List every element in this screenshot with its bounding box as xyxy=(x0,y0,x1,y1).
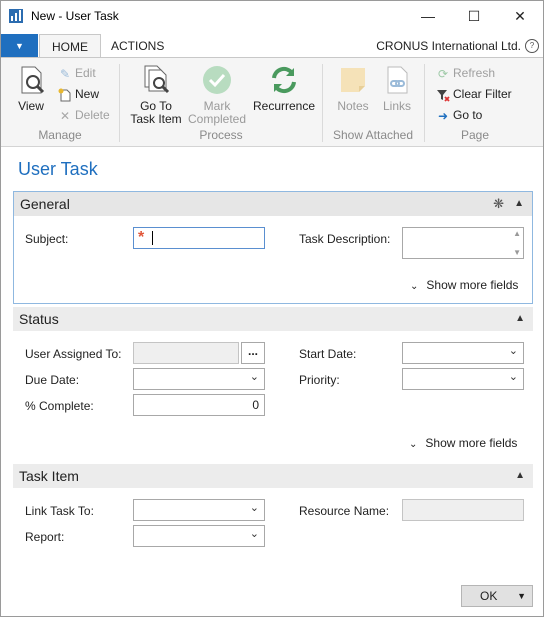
view-icon xyxy=(15,64,47,96)
chevron-down-icon[interactable]: ⌄ xyxy=(250,501,259,514)
go-to-task-item-button[interactable]: Go To Task Item xyxy=(128,64,184,126)
task-item-fasttab: Task Item ▲ Link Task To: ⌄ Resource Nam… xyxy=(13,464,533,564)
scroll-up-icon[interactable]: ▲ xyxy=(513,229,521,238)
ok-button[interactable]: OK ▼ xyxy=(461,585,533,607)
manage-group-label: Manage xyxy=(38,128,82,142)
task-description-textarea[interactable]: ▲ ▼ xyxy=(402,227,524,259)
refresh-button[interactable]: ⟳ Refresh xyxy=(436,64,495,82)
customize-cog-icon[interactable]: ❋ xyxy=(493,192,504,216)
link-task-to-label: Link Task To: xyxy=(25,504,94,518)
show-attached-group-label: Show Attached xyxy=(332,128,414,142)
notes-icon xyxy=(337,64,369,96)
chevron-down-icon: ⌄ xyxy=(409,439,418,450)
delete-x-icon: ✕ xyxy=(59,108,71,123)
report-label: Report: xyxy=(25,530,65,544)
page-title: User Task xyxy=(18,159,98,179)
recurrence-icon xyxy=(268,64,300,96)
user-assigned-to-input[interactable] xyxy=(133,342,239,364)
task-description-label: Task Description: xyxy=(299,232,391,246)
task-item-header[interactable]: Task Item ▲ xyxy=(13,464,533,488)
delete-button[interactable]: ✕ Delete xyxy=(58,106,110,124)
general-show-more-fields[interactable]: ⌄ Show more fields xyxy=(410,278,518,292)
clear-filter-button[interactable]: Clear Filter xyxy=(436,85,512,103)
chevron-up-icon[interactable]: ▲ xyxy=(515,307,525,331)
process-group: Go To Task Item Mark Completed Recurrenc… xyxy=(120,58,322,146)
minimize-button[interactable]: — xyxy=(405,1,451,32)
window-title: New - User Task xyxy=(31,9,119,23)
refresh-icon: ⟳ xyxy=(437,66,449,81)
status-show-more-fields[interactable]: ⌄ Show more fields xyxy=(409,436,517,450)
new-button[interactable]: New xyxy=(58,85,99,103)
go-to-button[interactable]: ➜ Go to xyxy=(436,106,482,124)
app-icon xyxy=(9,9,23,23)
chevron-up-icon[interactable]: ▲ xyxy=(514,192,524,216)
tab-home[interactable]: HOME xyxy=(39,34,101,58)
percent-complete-label: % Complete: xyxy=(25,399,94,413)
help-icon[interactable]: ? xyxy=(525,39,539,53)
triangle-down-icon: ▼ xyxy=(15,41,24,51)
user-task-window: New - User Task — ☐ ✕ ▼ HOME ACTIONS CRO… xyxy=(0,0,544,617)
pencil-icon: ✎ xyxy=(59,66,71,81)
start-date-label: Start Date: xyxy=(299,347,357,361)
links-button[interactable]: Links xyxy=(377,64,417,113)
page-group: ⟳ Refresh Clear Filter ➜ Go to Page xyxy=(425,58,525,146)
chevron-down-icon[interactable]: ⌄ xyxy=(509,370,518,383)
report-select[interactable]: ⌄ xyxy=(133,525,265,547)
priority-select[interactable]: ⌄ xyxy=(402,368,524,390)
start-date-field[interactable]: ⌄ xyxy=(402,342,524,364)
priority-label: Priority: xyxy=(299,373,340,387)
page-group-label: Page xyxy=(460,128,490,142)
maximize-button[interactable]: ☐ xyxy=(451,1,497,32)
go-to-task-item-icon xyxy=(140,64,172,96)
arrow-right-icon: ➜ xyxy=(437,108,449,123)
notes-button[interactable]: Notes xyxy=(331,64,375,113)
percent-complete-input[interactable]: 0 xyxy=(133,394,265,416)
subject-label: Subject: xyxy=(25,232,69,246)
show-attached-group: Notes Links Show Attached xyxy=(323,58,423,146)
app-menu-button[interactable]: ▼ xyxy=(1,34,38,58)
scroll-down-icon[interactable]: ▼ xyxy=(513,248,521,257)
chevron-down-icon: ⌄ xyxy=(410,281,419,292)
chevron-down-icon[interactable]: ⌄ xyxy=(250,527,259,540)
due-date-field[interactable]: ⌄ xyxy=(133,368,265,390)
new-document-icon xyxy=(58,88,72,102)
resource-name-label: Resource Name: xyxy=(299,504,390,518)
text-caret xyxy=(152,231,153,245)
general-header[interactable]: General ❋ ▲ xyxy=(14,192,532,216)
title-bar: New - User Task — ☐ ✕ xyxy=(1,1,543,32)
resource-name-input[interactable] xyxy=(402,499,524,521)
chevron-up-icon[interactable]: ▲ xyxy=(515,464,525,488)
mark-completed-button[interactable]: Mark Completed xyxy=(186,64,248,126)
recurrence-button[interactable]: Recurrence xyxy=(253,64,315,113)
status-fasttab: Status ▲ User Assigned To: ... Start Dat… xyxy=(13,307,533,457)
edit-button[interactable]: ✎ Edit xyxy=(58,64,96,82)
chevron-down-icon[interactable]: ⌄ xyxy=(509,344,518,357)
clear-filter-icon xyxy=(436,88,450,102)
manage-group: View ✎ Edit New ✕ Delete Manage xyxy=(1,58,119,146)
process-group-label: Process xyxy=(199,128,243,142)
chevron-down-icon[interactable]: ⌄ xyxy=(250,370,259,383)
subject-input[interactable]: * xyxy=(133,227,265,249)
user-assigned-to-lookup-button[interactable]: ... xyxy=(241,342,265,364)
status-header[interactable]: Status ▲ xyxy=(13,307,533,331)
user-assigned-to-label: User Assigned To: xyxy=(25,347,122,361)
links-icon xyxy=(381,64,413,96)
company-name[interactable]: CRONUS International Ltd. xyxy=(376,34,521,58)
general-fasttab: General ❋ ▲ Subject: * Task Description:… xyxy=(13,191,533,304)
ribbon: View ✎ Edit New ✕ Delete Manage Go To Ta… xyxy=(1,57,543,147)
close-button[interactable]: ✕ xyxy=(497,1,543,32)
required-asterisk-icon: * xyxy=(138,229,145,246)
view-button[interactable]: View xyxy=(13,64,49,113)
due-date-label: Due Date: xyxy=(25,373,80,387)
tab-actions[interactable]: ACTIONS xyxy=(99,34,176,58)
link-task-to-select[interactable]: ⌄ xyxy=(133,499,265,521)
checkmark-icon xyxy=(201,64,233,96)
triangle-down-icon[interactable]: ▼ xyxy=(517,586,526,606)
ribbon-tab-bar: ▼ HOME ACTIONS CRONUS International Ltd.… xyxy=(1,34,543,58)
